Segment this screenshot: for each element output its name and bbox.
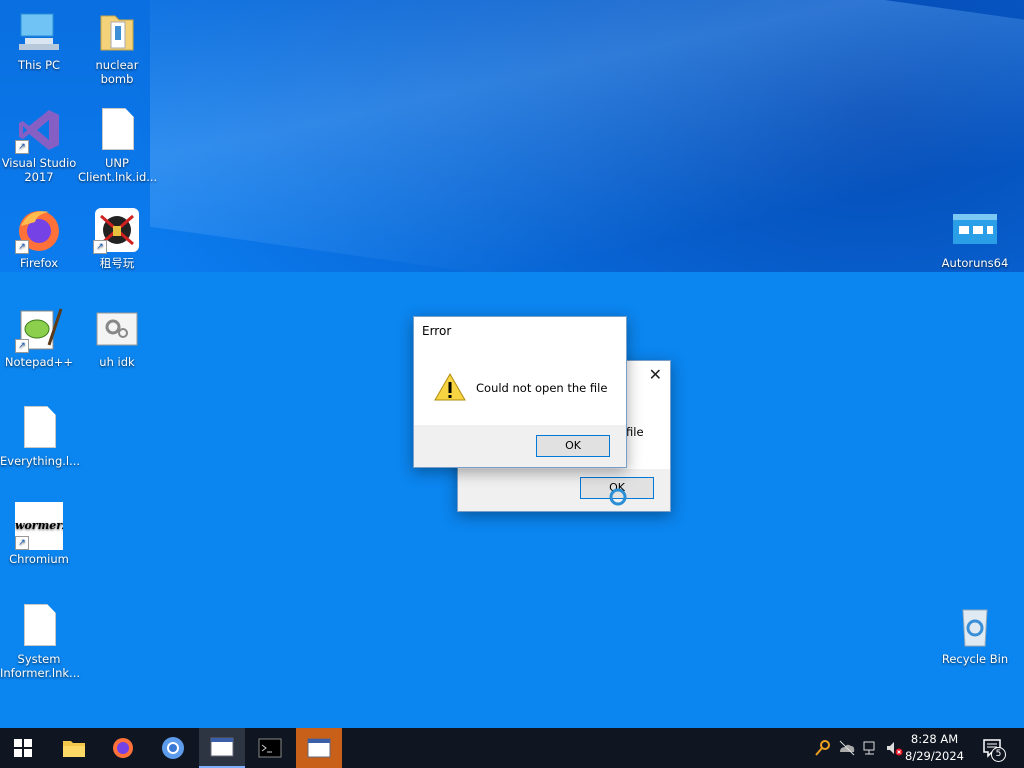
desktop-icon-label: Firefox (19, 256, 59, 270)
desktop-icon-label-line2: 2017 (24, 170, 54, 184)
clock-date: 8/29/2024 (905, 749, 964, 763)
taskbar-chromium[interactable] (150, 728, 196, 768)
network-icon[interactable] (862, 739, 880, 757)
dialog-footer: OK (458, 469, 670, 511)
start-button[interactable] (0, 728, 46, 768)
desktop-icon-label: 租号玩 (99, 256, 135, 270)
dialog-title: Error (422, 324, 452, 338)
close-icon[interactable]: ✕ (649, 365, 662, 384)
error-dialog: Error Could not open the file OK (413, 316, 627, 468)
desktop-icon-notepadpp[interactable]: ↗ Notepad++ (0, 305, 78, 369)
windows-logo-icon (14, 739, 32, 757)
desktop-icon-label: This PC (17, 58, 61, 72)
chromium-custom-icon: wormer221 ↗ (15, 502, 63, 550)
shortcut-arrow-icon: ↗ (15, 536, 29, 550)
taskbar-firefox[interactable] (100, 728, 146, 768)
notepadpp-icon: ↗ (15, 305, 63, 353)
taskbar-console[interactable] (247, 728, 293, 768)
visual-studio-icon: ↗ (15, 106, 63, 154)
desktop-icon-label: uh idk (99, 355, 135, 369)
console-icon (258, 738, 282, 758)
computer-icon (15, 8, 63, 56)
system-clock[interactable]: 8:28 AM 8/29/2024 (905, 731, 964, 765)
taskbar-file-explorer[interactable] (51, 728, 97, 768)
desktop-icon-nuclear-bomb[interactable]: nuclear bomb (78, 8, 156, 86)
desktop-icon-uh-idk[interactable]: uh idk (78, 305, 156, 369)
file-icon (15, 404, 63, 452)
folder-icon (63, 741, 85, 757)
onedrive-offline-icon[interactable] (838, 739, 856, 757)
busy-cursor-icon (609, 488, 627, 506)
zuhaowan-app-icon: ↗ (93, 206, 141, 254)
volume-muted-icon[interactable] (885, 739, 903, 757)
chromium-icon (162, 737, 184, 759)
desktop-icon-label-line2: Client.lnk.id... (78, 170, 158, 184)
desktop-icon-label: Notepad++ (4, 355, 74, 369)
shortcut-arrow-icon: ↗ (15, 339, 29, 353)
shortcut-arrow-icon: ↗ (15, 140, 29, 154)
autoruns-icon (951, 206, 999, 254)
action-center-button[interactable]: 5 (982, 738, 1006, 762)
desktop-icon-label-line1: System (17, 652, 61, 666)
app-window-icon (210, 737, 234, 757)
search-key-icon[interactable] (814, 739, 832, 757)
desktop-icon-label: Autoruns64 (941, 256, 1009, 270)
file-icon (93, 106, 141, 154)
notification-count-badge: 5 (991, 747, 1006, 762)
error-message: Could not open the file (476, 381, 608, 395)
desktop-icon-label: nuclear bomb (95, 58, 139, 86)
settings-file-icon (93, 305, 141, 353)
desktop-icon-zuhaowan[interactable]: ↗ 租号玩 (78, 206, 156, 270)
desktop-icon-label-line2: Informer.lnk... (0, 666, 81, 680)
back-dialog-message: file (626, 425, 644, 439)
desktop-icon-system-informer[interactable]: System Informer.lnk... (0, 602, 81, 680)
desktop-icon-label: Everything.l... (0, 454, 81, 468)
zip-folder-icon (93, 8, 141, 56)
desktop-icon-visual-studio[interactable]: ↗ Visual Studio 2017 (0, 106, 78, 184)
desktop-icon-recycle-bin[interactable]: Recycle Bin (936, 602, 1014, 666)
desktop-icon-firefox[interactable]: ↗ Firefox (0, 206, 78, 270)
firefox-icon (113, 738, 133, 758)
taskbar-window-2-flashing[interactable] (296, 728, 342, 768)
desktop-icon-this-pc[interactable]: This PC (0, 8, 78, 72)
desktop-icon-label-line1: Visual Studio (1, 156, 77, 170)
taskbar: 8:28 AM 8/29/2024 5 (0, 728, 1024, 768)
shortcut-arrow-icon: ↗ (15, 240, 29, 254)
app-window-icon (307, 738, 331, 758)
desktop-icon-label-line1: UNP (105, 156, 129, 170)
warning-icon (434, 373, 466, 401)
error-ok-button[interactable]: OK (536, 435, 610, 457)
clock-time: 8:28 AM (910, 732, 959, 746)
recycle-bin-icon (951, 602, 999, 650)
file-icon (15, 602, 63, 650)
taskbar-window-1[interactable] (199, 728, 245, 768)
desktop: This PC ↗ Visual Studio 2017 ↗ Firefox ↗… (0, 0, 1024, 728)
firefox-icon: ↗ (15, 206, 63, 254)
desktop-icon-autoruns[interactable]: Autoruns64 (936, 206, 1014, 270)
dialog-footer: OK (414, 425, 626, 467)
desktop-icon-unp-client[interactable]: UNP Client.lnk.id... (78, 106, 158, 184)
desktop-icon-chromium[interactable]: wormer221 ↗ Chromium (0, 502, 78, 566)
shortcut-arrow-icon: ↗ (93, 240, 107, 254)
desktop-icon-label: Chromium (9, 552, 69, 566)
desktop-icon-label: Recycle Bin (941, 652, 1009, 666)
desktop-icon-everything[interactable]: Everything.l... (0, 404, 81, 468)
